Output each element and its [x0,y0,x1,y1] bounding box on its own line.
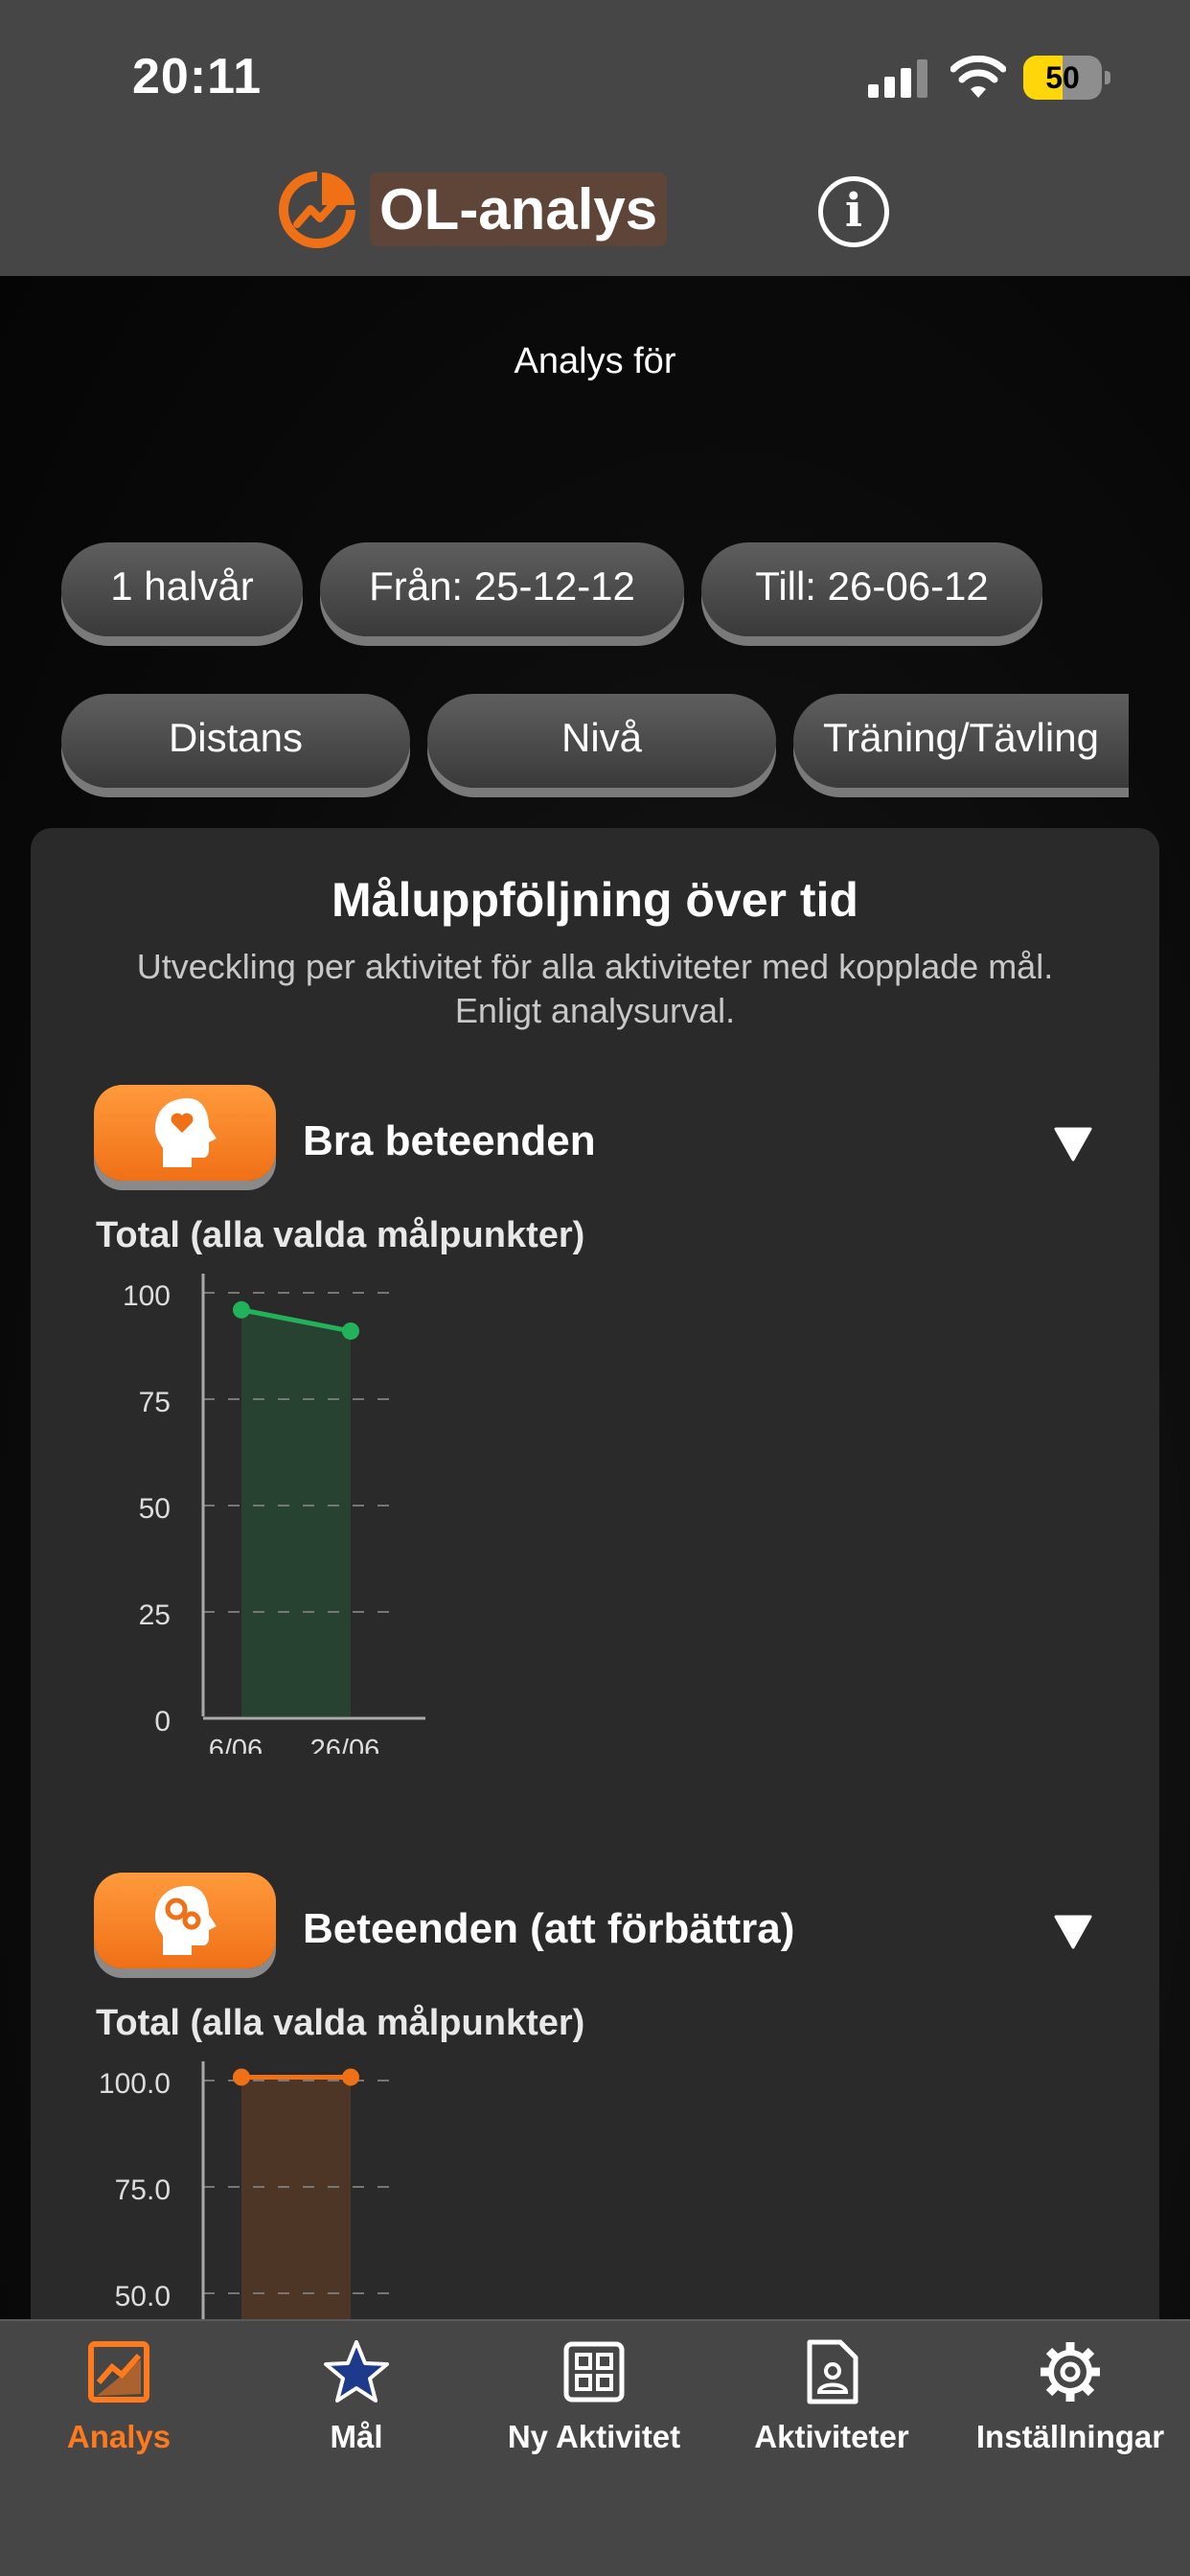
y-tick-label: 25 [139,1599,171,1631]
tab-aktiviteter[interactable]: Aktiviteter [713,2338,950,2455]
goal-title: Beteenden (att förbättra) [303,1905,795,1952]
data-point [342,2068,359,2086]
document-person-icon [807,2339,858,2404]
tab-installningar[interactable]: Inställningar [950,2338,1190,2455]
goal-chart-1: 100 75 50 25 0 6/06... 26/06... [123,1274,425,1754]
tab-ny-aktivitet[interactable]: Ny Aktivitet [475,2338,713,2455]
data-point [342,1322,359,1340]
goal-improve-behaviours-button[interactable] [94,1873,276,1968]
chevron-down-icon[interactable] [1054,1127,1092,1162]
chart-label: Total (alla valda målpunkter) [96,2003,585,2043]
to-date-button[interactable]: Till: 26-06-12 [701,542,1042,636]
data-point [233,2068,250,2086]
battery-indicator: 50 [1023,56,1110,100]
goal-good-behaviours-button[interactable] [94,1085,276,1181]
tab-analys[interactable]: Analys [0,2338,238,2455]
goal-title: Bra beteenden [303,1117,596,1164]
cellular-signal-icon [868,59,927,98]
info-icon: i [844,184,863,238]
gear-icon [1041,2342,1100,2402]
series-area [241,2077,351,2319]
y-tick-label: 75.0 [115,2174,171,2206]
analysis-for-label: Analys för [514,341,676,381]
battery-percent: 50 [1045,60,1080,95]
level-filter-button[interactable]: Nivå [427,694,776,788]
app-title: OL-analys [370,172,668,246]
distance-filter-button[interactable]: Distans [61,694,410,788]
grid-icon [563,2341,625,2403]
data-point [233,1300,250,1319]
head-gears-icon [155,1886,217,1955]
tab-label: Analys [66,2419,172,2454]
head-heart-icon [155,1098,217,1167]
y-tick-label: 50.0 [115,2281,171,2312]
y-tick-label: 50 [139,1493,171,1525]
chart-icon [88,2341,149,2403]
analysis-logo-icon [279,172,355,248]
tab-label: Ny Aktivitet [507,2419,681,2454]
x-tick-label: 26/06... [310,1735,403,1754]
tab-label: Inställningar [975,2419,1165,2454]
chevron-down-icon[interactable] [1054,1915,1092,1949]
tab-label: Aktiviteter [754,2419,909,2454]
y-tick-label: 0 [154,1706,171,1737]
star-icon [324,2340,389,2403]
info-button[interactable]: i [818,176,889,247]
period-button[interactable]: 1 halvår [61,542,303,636]
x-tick-label: 6/06... [209,1735,286,1754]
card-title: Måluppföljning över tid [332,873,858,927]
series-area [241,1309,351,1716]
chart-label: Total (alla valda målpunkter) [96,1215,585,1255]
training-competition-filter-button[interactable]: Träning/Tävling [793,694,1129,788]
tab-label: Mål [330,2419,383,2454]
y-tick-label: 100.0 [99,2068,171,2100]
y-tick-label: 100 [123,1280,171,1312]
wifi-icon [950,56,1006,98]
y-tick-label: 75 [139,1387,171,1418]
card-subtitle: Utveckling per aktivitet för alla aktivi… [136,947,1054,1030]
status-time: 20:11 [132,49,263,104]
tab-mal[interactable]: Mål [238,2338,475,2455]
from-date-button[interactable]: Från: 25-12-12 [320,542,684,636]
goal-chart-2: 100.0 75.0 50.0 [99,2061,402,2319]
